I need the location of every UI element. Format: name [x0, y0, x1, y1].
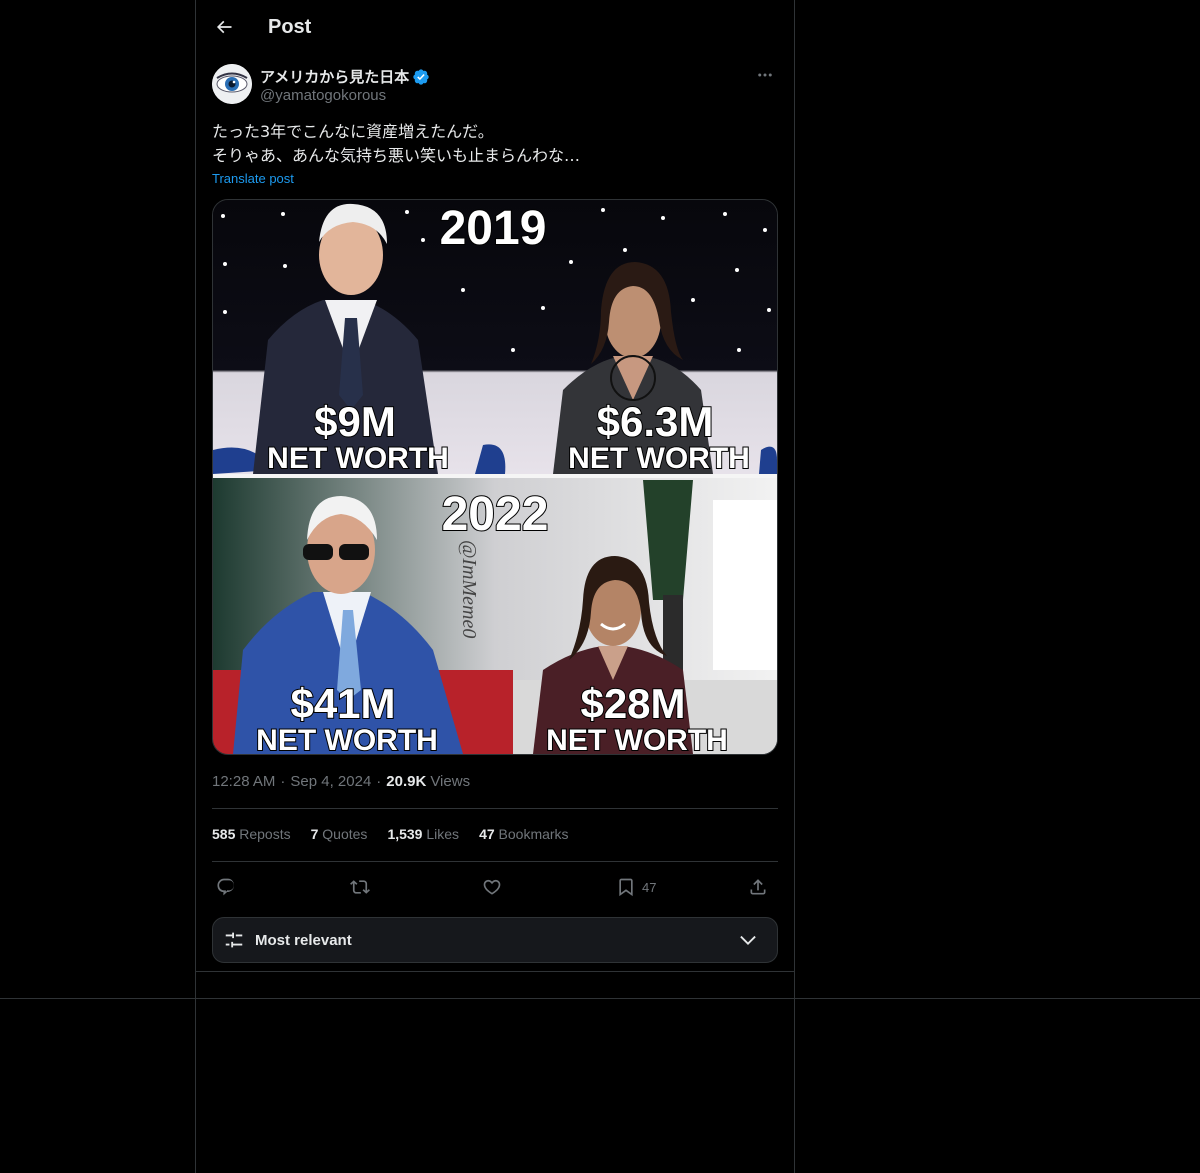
post-text-line: そりゃあ、あんな気持ち悪い笑いも止まらんわな…	[212, 146, 581, 165]
page-title: Post	[268, 15, 312, 38]
bookmarks-stat[interactable]: 47 Bookmarks	[479, 826, 569, 842]
reply-icon	[217, 878, 235, 896]
chevron-down-icon	[740, 935, 756, 945]
divider	[212, 861, 778, 862]
post-image[interactable]: 2019 $9M NET WORTH $6.3M NET WORTH 2022 …	[212, 199, 778, 755]
likes-stat[interactable]: 1,539 Likes	[387, 826, 459, 842]
more-button[interactable]	[752, 64, 778, 86]
meme-amount-bottom-left: $41M	[290, 680, 395, 727]
sliders-icon	[225, 932, 243, 948]
divider	[196, 971, 794, 972]
post-stats: 585 Reposts 7 Quotes 1,539 Likes 47 Book…	[212, 826, 589, 842]
meme-amount-bottom-right: $28M	[580, 680, 685, 727]
translate-post-link[interactable]: Translate post	[212, 171, 294, 186]
back-arrow-icon	[216, 20, 232, 34]
avatar[interactable]	[212, 64, 252, 104]
bookmark-count: 47	[642, 879, 657, 895]
post-date[interactable]: Sep 4, 2024	[290, 773, 371, 790]
like-icon	[483, 879, 501, 895]
meme-caption: NET WORTH	[568, 442, 750, 475]
meme-image: 2019 $9M NET WORTH $6.3M NET WORTH 2022 …	[213, 200, 777, 754]
post-time[interactable]: 12:28 AM	[212, 773, 275, 790]
name-row: アメリカから見た日本	[260, 66, 430, 87]
page-header: Post	[196, 0, 794, 54]
meme-caption: NET WORTH	[256, 724, 438, 754]
like-button[interactable]	[482, 872, 502, 902]
meme-watermark: @ImMeme0	[458, 540, 480, 638]
post-meta: 12:28 AM · Sep 4, 2024 · 20.9K Views	[212, 773, 471, 790]
share-button[interactable]	[748, 872, 768, 902]
bookmark-icon	[619, 878, 633, 897]
meme-year-bottom: 2022	[442, 488, 549, 541]
views-label: Views	[430, 773, 471, 790]
post-author: アメリカから見た日本 @yamatogokorous	[212, 64, 778, 108]
sort-label: Most relevant	[255, 931, 352, 949]
views-count: 20.9K	[386, 773, 427, 790]
repost-icon	[350, 880, 370, 894]
back-button[interactable]	[204, 7, 244, 47]
reply-sort-dropdown[interactable]: Most relevant	[212, 917, 778, 963]
post-text: たった3年でこんなに資産増えたんだ。 そりゃあ、あんな気持ち悪い笑いも止まらんわ…	[212, 120, 778, 168]
repost-button[interactable]	[350, 872, 370, 902]
divider	[0, 998, 1200, 999]
reposts-stat[interactable]: 585 Reposts	[212, 826, 291, 842]
divider	[212, 808, 778, 809]
reply-button[interactable]	[216, 872, 236, 902]
meme-caption: NET WORTH	[267, 442, 449, 475]
bookmark-button[interactable]: 47	[616, 872, 656, 902]
more-icon	[758, 73, 772, 77]
author-name[interactable]: アメリカから見た日本	[260, 66, 409, 87]
meme-year-top: 2019	[440, 202, 547, 255]
post-text-line: たった3年でこんなに資産増えたんだ。	[212, 122, 494, 141]
author-handle[interactable]: @yamatogokorous	[260, 87, 386, 104]
meme-amount-top-right: $6.3M	[597, 398, 714, 445]
share-icon	[750, 879, 766, 895]
action-bar: 47	[212, 872, 778, 902]
meme-amount-top-left: $9M	[314, 398, 396, 445]
verified-badge-icon	[413, 68, 429, 85]
quotes-stat[interactable]: 7 Quotes	[311, 826, 368, 842]
meme-caption: NET WORTH	[546, 724, 728, 754]
